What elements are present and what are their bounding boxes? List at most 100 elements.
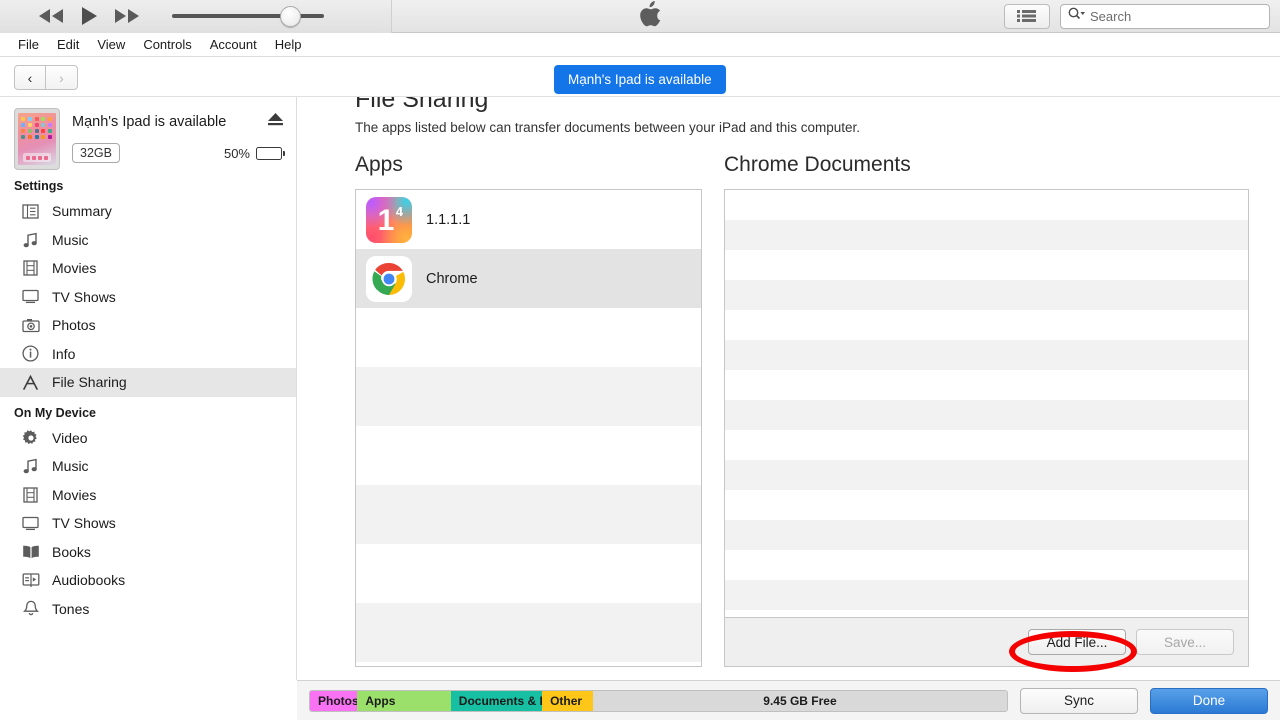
page-title: File Sharing: [355, 97, 489, 113]
app-list-item[interactable]: Chrome: [356, 249, 701, 308]
summary-icon: [20, 201, 41, 221]
sidebar-item-audiobooks[interactable]: Audiobooks: [0, 566, 296, 595]
menu-item-file[interactable]: File: [9, 35, 48, 54]
apps-list-panel: 1 4 1.1.1.1 Chrome: [355, 189, 702, 667]
app-list-empty-row: [356, 308, 701, 367]
sidebar-item-file-sharing[interactable]: File Sharing: [0, 368, 296, 397]
toolbar-center: [392, 0, 910, 33]
menu-bar: File Edit View Controls Account Help: [0, 33, 1280, 57]
device-header[interactable]: Mạnh's Ipad is available 32GB 50%: [0, 97, 296, 170]
documents-panel-footer: Add File... Save...: [725, 617, 1248, 666]
document-list-empty-row: [725, 370, 1248, 400]
battery-indicator: 50%: [223, 145, 285, 161]
capacity-segment: Documents & Data: [450, 690, 565, 711]
info-circle-icon: [20, 344, 41, 364]
app-store-a-icon: [20, 372, 41, 392]
playback-controls: [0, 0, 392, 33]
bell-icon: [20, 599, 41, 619]
sidebar-item-books[interactable]: Books: [0, 538, 296, 567]
document-list-empty-row: [725, 400, 1248, 430]
sidebar-item-summary[interactable]: Summary: [0, 197, 296, 226]
music-note-icon: [20, 230, 41, 250]
capacity-segment: Apps: [357, 690, 451, 711]
document-list-empty-row: [725, 430, 1248, 460]
app-list-empty-row: [356, 485, 701, 544]
itunes-window: Search File Edit View Controls Account H…: [0, 0, 1280, 720]
volume-knob[interactable]: [279, 6, 301, 27]
sidebar-item-device-tv-shows[interactable]: TV Shows: [0, 509, 296, 538]
device-info: Mạnh's Ipad is available 32GB 50%: [72, 108, 285, 170]
music-note-icon: [20, 456, 41, 476]
ipad-thumbnail-icon: [14, 108, 60, 170]
device-status-banner: Mạnh's Ipad is available: [554, 65, 726, 94]
sidebar-item-photos[interactable]: Photos: [0, 311, 296, 340]
back-button[interactable]: ‹: [14, 65, 46, 90]
document-list-empty-row: [725, 250, 1248, 280]
done-button[interactable]: Done: [1150, 687, 1268, 714]
top-toolbar: Search: [0, 0, 1280, 33]
menu-item-help[interactable]: Help: [266, 35, 311, 54]
apps-column-header: Apps: [355, 153, 403, 176]
sync-button[interactable]: Sync: [1020, 687, 1138, 714]
device-capacity-badge: 32GB: [72, 143, 120, 163]
menu-item-edit[interactable]: Edit: [48, 35, 88, 54]
document-list-empty-row: [725, 280, 1248, 310]
storage-capacity-bar[interactable]: Photos Apps Documents & Data Other 9.45 GB F…: [309, 689, 1008, 712]
app-list-empty-row: [356, 603, 701, 662]
play-icon[interactable]: [80, 6, 98, 26]
sidebar-item-label: Photos: [52, 317, 96, 334]
sidebar-item-label: Books: [52, 543, 91, 560]
battery-percent: 50%: [223, 145, 250, 161]
document-list-empty-row: [725, 520, 1248, 550]
sidebar-item-movies[interactable]: Movies: [0, 254, 296, 283]
add-file-button[interactable]: Add File...: [1028, 629, 1126, 655]
sidebar-item-video[interactable]: Video: [0, 424, 296, 453]
document-list-empty-row: [725, 220, 1248, 250]
document-list-empty-row: [725, 310, 1248, 340]
menu-item-controls[interactable]: Controls: [134, 35, 200, 54]
sidebar-item-tones[interactable]: Tones: [0, 595, 296, 624]
documents-column-header: Chrome Documents: [724, 153, 911, 176]
app-icon-chrome: [366, 255, 412, 302]
sidebar-item-label: Tones: [52, 600, 90, 617]
eject-icon[interactable]: [267, 112, 284, 132]
sidebar-item-music[interactable]: Music: [0, 226, 296, 255]
apps-list: 1 4 1.1.1.1 Chrome: [356, 190, 701, 662]
sidebar-item-label: TV Shows: [52, 515, 116, 532]
sidebar-item-device-movies[interactable]: Movies: [0, 481, 296, 510]
device-name: Mạnh's Ipad is available: [72, 114, 227, 130]
app-list-empty-row: [356, 544, 701, 603]
app-list-empty-row: [356, 367, 701, 426]
capacity-segment: Photos: [310, 690, 359, 711]
sidebar-item-info[interactable]: Info: [0, 340, 296, 369]
sidebar-section-settings: Settings: [14, 179, 64, 193]
forward-button[interactable]: ›: [46, 65, 78, 90]
app-list-empty-row: [356, 426, 701, 485]
gear-icon: [20, 428, 41, 448]
fast-forward-icon[interactable]: [114, 8, 140, 24]
search-placeholder: Search: [1090, 8, 1132, 24]
search-input[interactable]: Search: [1060, 3, 1270, 29]
menu-item-view[interactable]: View: [88, 35, 134, 54]
capacity-segment: Other: [542, 690, 593, 711]
menu-item-account[interactable]: Account: [201, 35, 266, 54]
apple-logo-icon: [640, 0, 662, 32]
tv-icon: [20, 287, 41, 307]
rewind-icon[interactable]: [38, 8, 64, 24]
sidebar-item-label: Music: [52, 231, 89, 248]
list-view-icon[interactable]: [1004, 3, 1050, 29]
documents-list-panel: Add File... Save...: [724, 189, 1249, 667]
main-content: File Sharing The apps listed below can t…: [297, 97, 1280, 680]
volume-slider[interactable]: [172, 6, 324, 27]
sidebar-item-tv-shows[interactable]: TV Shows: [0, 283, 296, 312]
app-list-item[interactable]: 1 4 1.1.1.1: [356, 190, 701, 249]
save-button: Save...: [1136, 629, 1234, 655]
sidebar-item-label: Summary: [52, 203, 112, 220]
app-icon-1111: 14: [366, 196, 412, 243]
sidebar-item-label: Info: [52, 345, 76, 362]
document-list-empty-row: [725, 490, 1248, 520]
tv-icon: [20, 513, 41, 533]
volume-track: [172, 14, 324, 18]
sidebar-item-device-music[interactable]: Music: [0, 452, 296, 481]
search-icon: [1068, 7, 1086, 26]
